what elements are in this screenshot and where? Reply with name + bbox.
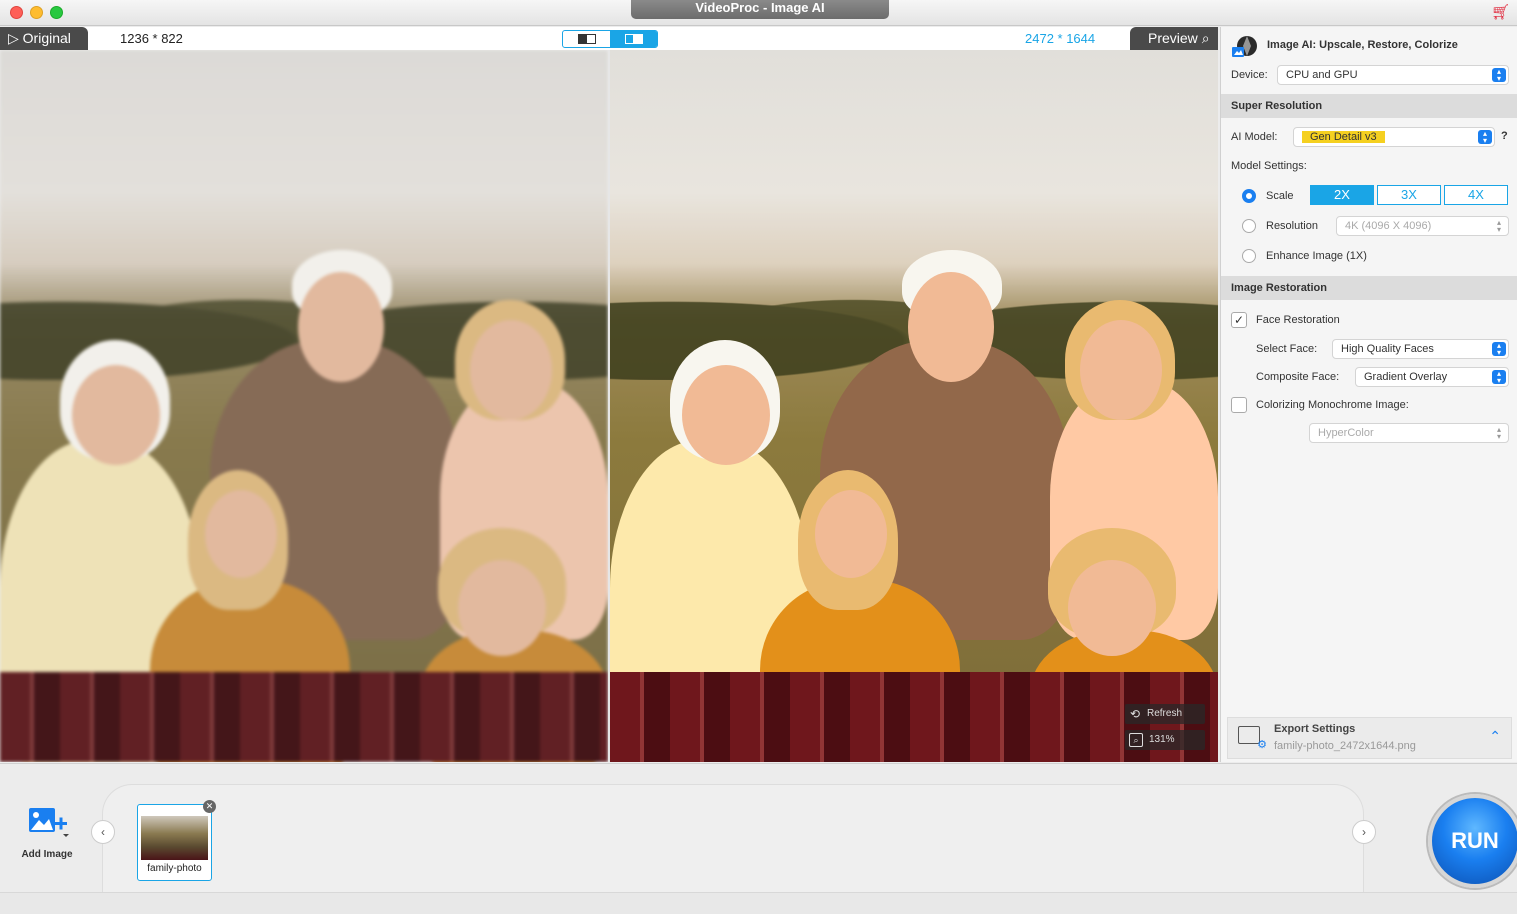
status-bar	[0, 892, 1517, 914]
original-label: Original	[22, 30, 71, 46]
view-mode-toggle	[562, 30, 658, 48]
enhance-label: Enhance Image (1X)	[1266, 250, 1367, 262]
face-restoration-checkbox[interactable]: ✓	[1231, 312, 1247, 328]
panel-title: Image AI: Upscale, Restore, Colorize	[1267, 39, 1458, 51]
preview-dimensions: 2472 * 1644	[1025, 31, 1096, 46]
preview-image	[610, 50, 1218, 762]
cart-icon[interactable]: 🛒︎	[1491, 5, 1510, 21]
resolution-select[interactable]: 4K (4096 X 4096) ▴ ▾	[1336, 216, 1509, 236]
colorizing-label: Colorizing Monochrome Image:	[1256, 399, 1409, 411]
split-view-icon	[624, 34, 643, 44]
original-image	[0, 50, 608, 762]
select-face-select[interactable]: High Quality Faces ▴ ▾	[1332, 339, 1509, 359]
scale-label: Scale	[1266, 190, 1294, 202]
refresh-icon: ⟲	[1130, 707, 1141, 721]
select-arrow-icon: ▴ ▾	[1492, 370, 1506, 385]
ai-model-select[interactable]: Gen Detail v3 ▴ ▾	[1293, 127, 1495, 147]
run-button-wrap: RUN	[1410, 792, 1517, 892]
add-image-label: Add Image	[21, 849, 73, 860]
add-image-button[interactable]: Add Image	[14, 806, 80, 866]
strip-next-button[interactable]: ›	[1352, 820, 1376, 844]
thumbnail-label: family-photo	[147, 863, 202, 874]
refresh-button[interactable]: ⟲ Refresh	[1125, 704, 1205, 724]
original-image-pane[interactable]	[0, 50, 608, 762]
ai-model-label: AI Model:	[1231, 131, 1278, 143]
image-thumbnail[interactable]: ✕ family-photo	[137, 800, 216, 881]
minimize-window-button[interactable]	[30, 6, 43, 19]
chevron-left-icon: ‹	[101, 825, 105, 839]
device-value: CPU and GPU	[1286, 69, 1358, 81]
enhance-radio[interactable]	[1242, 249, 1256, 263]
super-resolution-header: Super Resolution	[1221, 94, 1517, 118]
title-bar: VideoProc - Image AI 🛒︎	[0, 0, 1517, 26]
device-select[interactable]: CPU and GPU ▴ ▾	[1277, 65, 1509, 85]
settings-panel: Image AI: Upscale, Restore, Colorize Dev…	[1220, 27, 1517, 762]
help-icon[interactable]: ?	[1501, 130, 1508, 142]
face-restoration-label: Face Restoration	[1256, 314, 1340, 326]
composite-face-label: Composite Face:	[1256, 371, 1340, 383]
select-arrow-icon: ▴ ▾	[1478, 130, 1492, 145]
zoom-icon: ⌕	[1129, 733, 1143, 747]
chevron-right-icon: ›	[1362, 825, 1366, 839]
zoom-search-icon: ⌕	[1201, 30, 1210, 46]
viewer-header: ▷ Original 1236 * 822 2472 * 1644 Previe…	[0, 27, 1218, 50]
zoom-button[interactable]: ⌕ 131%	[1125, 730, 1205, 750]
select-arrow-icon: ▴ ▾	[1492, 68, 1506, 83]
chevron-up-icon[interactable]: ⌃	[1489, 728, 1501, 745]
thumbnail-image	[141, 816, 208, 860]
select-arrow-icon: ▴ ▾	[1496, 218, 1501, 234]
remove-image-icon[interactable]: ✕	[203, 800, 216, 813]
select-face-label: Select Face:	[1256, 343, 1318, 355]
single-view-icon	[577, 34, 596, 44]
export-settings-icon	[1238, 726, 1267, 751]
add-image-icon	[29, 808, 69, 837]
refresh-label: Refresh	[1147, 708, 1183, 719]
scale-2x-button[interactable]: 2X	[1310, 185, 1374, 205]
original-tab[interactable]: ▷ Original	[0, 27, 88, 50]
select-face-value: High Quality Faces	[1341, 343, 1434, 355]
scale-3x-button[interactable]: 3X	[1377, 185, 1441, 205]
composite-face-value: Gradient Overlay	[1364, 371, 1448, 383]
colorizing-select[interactable]: HyperColor ▴ ▾	[1309, 423, 1509, 443]
image-restoration-header: Image Restoration	[1221, 276, 1517, 300]
original-dimensions: 1236 * 822	[120, 31, 183, 46]
export-filename: family-photo_2472x1644.png	[1274, 740, 1416, 752]
export-settings[interactable]: Export Settings family-photo_2472x1644.p…	[1227, 717, 1512, 759]
resolution-value: 4K (4096 X 4096)	[1345, 220, 1432, 232]
strip-prev-button[interactable]: ‹	[91, 820, 115, 844]
device-label: Device:	[1231, 69, 1268, 81]
colorizing-value: HyperColor	[1318, 427, 1374, 439]
run-button[interactable]: RUN	[1428, 794, 1517, 888]
select-arrow-icon: ▴ ▾	[1492, 342, 1506, 357]
split-view-button[interactable]	[610, 31, 657, 47]
maximize-window-button[interactable]	[50, 6, 63, 19]
preview-label: Preview	[1148, 30, 1198, 46]
composite-face-select[interactable]: Gradient Overlay ▴ ▾	[1355, 367, 1509, 387]
image-strip	[102, 784, 1364, 892]
panel-header: Image AI: Upscale, Restore, Colorize	[1221, 27, 1517, 63]
scale-radio[interactable]	[1242, 189, 1256, 203]
resolution-radio[interactable]	[1242, 219, 1256, 233]
export-title: Export Settings	[1274, 723, 1356, 735]
model-settings-label: Model Settings:	[1231, 160, 1307, 172]
preview-image-pane[interactable]	[610, 50, 1218, 762]
zoom-level: 131%	[1149, 734, 1175, 745]
image-ai-logo-icon	[1232, 36, 1257, 57]
single-view-button[interactable]	[563, 31, 610, 47]
resolution-label: Resolution	[1266, 220, 1318, 232]
colorizing-checkbox[interactable]	[1231, 397, 1247, 413]
preview-tab[interactable]: Preview ⌕	[1130, 27, 1218, 50]
window-title: VideoProc - Image AI	[631, 0, 889, 19]
scale-4x-button[interactable]: 4X	[1444, 185, 1508, 205]
close-window-button[interactable]	[10, 6, 23, 19]
ai-model-value: Gen Detail v3	[1302, 131, 1385, 143]
bottom-bar: Add Image ‹ › ✕ family-photo RUN	[0, 763, 1517, 914]
select-arrow-icon: ▴ ▾	[1496, 425, 1501, 441]
